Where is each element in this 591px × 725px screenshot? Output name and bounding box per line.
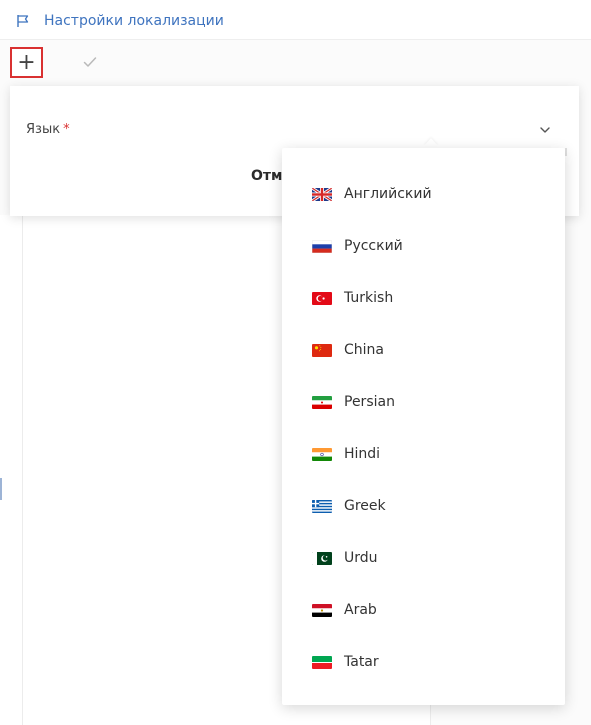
language-option-label: Tatar: [344, 654, 379, 670]
chevron-down-icon[interactable]: [538, 125, 552, 135]
language-option-label: Английский: [344, 186, 432, 202]
select-underline: [565, 148, 567, 156]
language-option-label: Arab: [344, 602, 377, 618]
required-marker: *: [63, 122, 70, 137]
iran-flag-icon: [312, 395, 332, 409]
add-button[interactable]: +: [10, 47, 43, 78]
save-check-button[interactable]: [80, 52, 100, 72]
language-option-label: Turkish: [344, 290, 394, 306]
greece-flag-icon: [312, 499, 332, 513]
plus-icon: +: [17, 49, 36, 75]
flag-outline-icon: [17, 15, 29, 27]
dropdown-caret: [424, 138, 438, 146]
language-field-label: Язык *: [26, 122, 70, 137]
panel-divider: [22, 215, 23, 725]
language-option[interactable]: Urdu: [282, 532, 565, 584]
tatarstan-flag-icon: [312, 655, 332, 669]
china-flag-icon: [312, 343, 332, 357]
pakistan-flag-icon: [312, 551, 332, 565]
language-option[interactable]: Greek: [282, 480, 565, 532]
language-option[interactable]: Английский: [282, 168, 565, 220]
language-option-label: Русский: [344, 238, 403, 254]
language-option[interactable]: Arab: [282, 584, 565, 636]
localization-settings-screen: Настройки локализации + Язык * Отм Англи…: [0, 0, 591, 725]
language-option[interactable]: Persian: [282, 376, 565, 428]
language-option-label: Greek: [344, 498, 386, 514]
checkmark-icon: [83, 57, 97, 67]
page-header: Настройки локализации: [0, 0, 591, 40]
egypt-flag-icon: [312, 603, 332, 617]
uk-flag-icon: [312, 187, 332, 201]
cancel-button[interactable]: Отм: [251, 168, 282, 184]
language-option[interactable]: Turkish: [282, 272, 565, 324]
language-option[interactable]: Русский: [282, 220, 565, 272]
russia-flag-icon: [312, 239, 332, 253]
language-option[interactable]: Tatar: [282, 636, 565, 688]
page-title: Настройки локализации: [44, 13, 224, 29]
turkey-flag-icon: [312, 291, 332, 305]
toolbar: +: [0, 40, 591, 84]
language-dropdown: Английский Русский Turkish China Persian…: [282, 148, 565, 705]
side-marker: [0, 478, 2, 500]
language-option[interactable]: China: [282, 324, 565, 376]
india-flag-icon: [312, 447, 332, 461]
language-option-label: China: [344, 342, 384, 358]
language-option-label: Persian: [344, 394, 395, 410]
language-option-label: Urdu: [344, 550, 378, 566]
language-option[interactable]: Hindi: [282, 428, 565, 480]
language-option-label: Hindi: [344, 446, 381, 462]
